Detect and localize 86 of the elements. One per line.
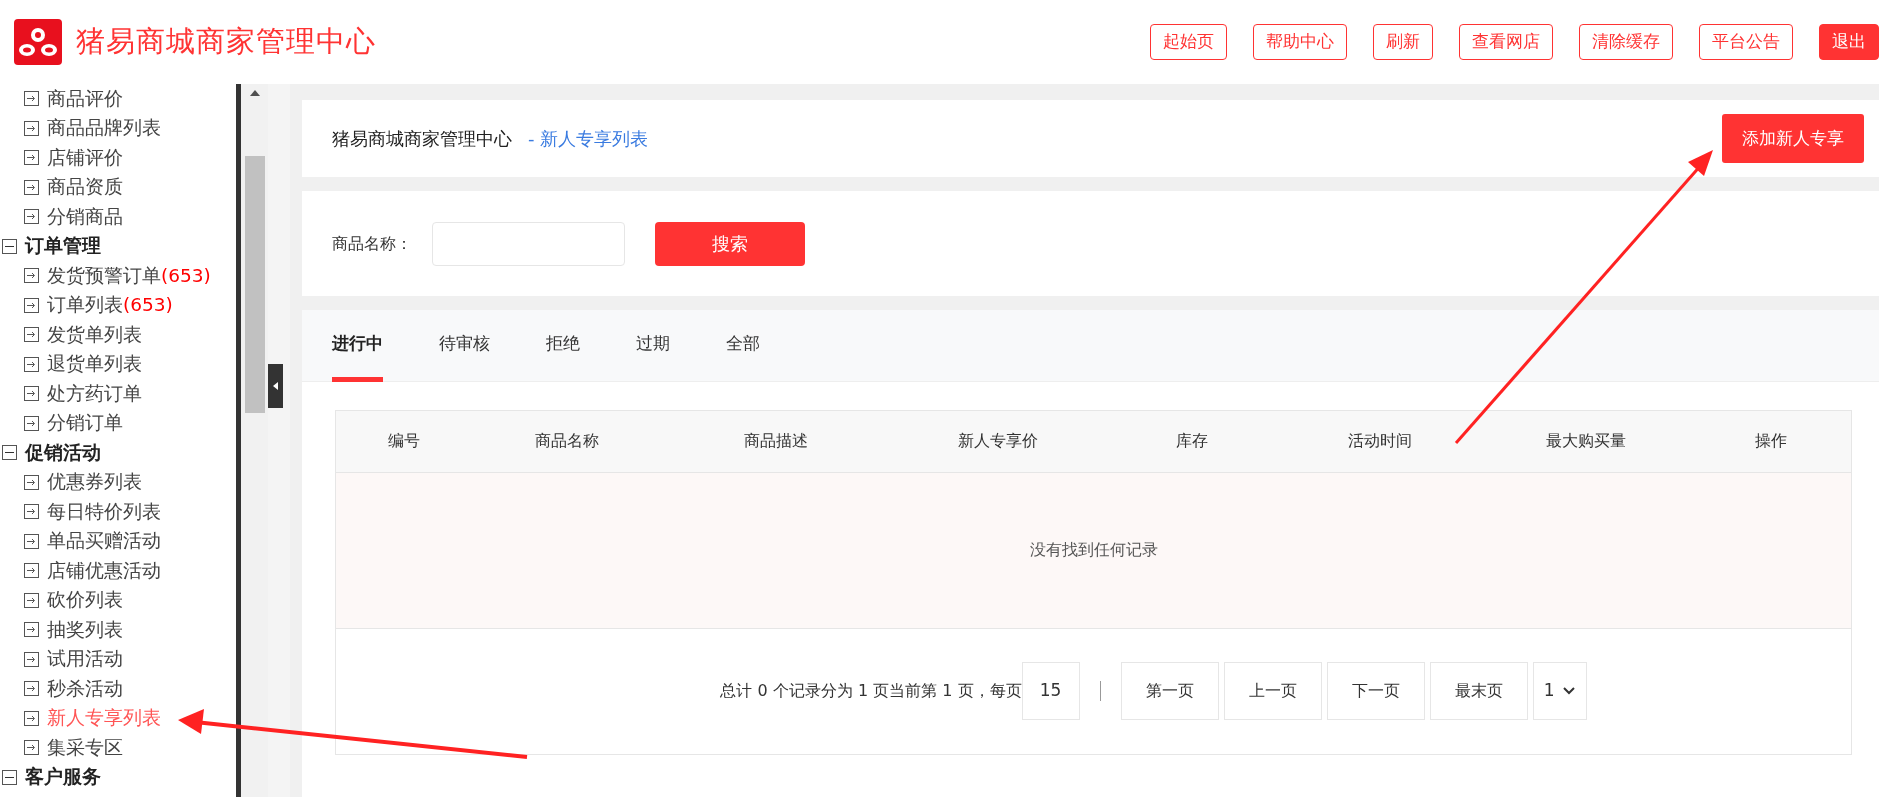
column-header: 库存 [1105,411,1278,472]
item-icon [24,120,39,136]
app-title: 猪易商城商家管理中心 [76,23,376,61]
page-select[interactable]: 1 [1532,662,1587,720]
menu-item[interactable]: 优惠券列表 [47,468,142,497]
column-header: 编号 [336,411,472,472]
menu-item[interactable]: 商品评价 [47,84,123,113]
field-label: 商品名称： [332,232,412,255]
item-icon [24,592,39,608]
collapse-icon[interactable] [2,445,17,461]
item-icon [24,710,39,726]
menu-item[interactable]: 集采专区 [47,733,123,762]
header-button[interactable]: 刷新 [1373,24,1433,60]
item-icon [24,386,39,402]
header-button[interactable]: 退出 [1819,24,1879,60]
tab[interactable]: 过期 [636,310,670,382]
item-icon [24,356,39,372]
menu-group[interactable]: 促销活动 [25,438,101,467]
scroll-up-icon[interactable] [249,90,260,96]
menu-item[interactable]: 分销订单 [47,409,123,438]
item-icon [24,622,39,638]
menu-item[interactable]: 发货预警订单(653) [47,261,211,290]
menu-item[interactable]: 抽奖列表 [47,615,123,644]
menu-item[interactable]: 单品买赠活动 [47,527,161,556]
item-icon [24,91,39,107]
pagination-summary: 总计 0 个记录分为 1 页当前第 1 页，每页 [720,680,1022,702]
header-button[interactable]: 平台公告 [1699,24,1793,60]
item-icon [24,474,39,490]
item-icon [24,209,39,225]
column-header: 新人专享价 [890,411,1105,472]
item-icon [24,297,39,313]
page-button[interactable]: 上一页 [1223,662,1322,720]
menu-item[interactable]: 发货单列表 [47,320,142,349]
menu-item[interactable]: 商品资质 [47,173,123,202]
item-icon [24,681,39,697]
menu-item[interactable]: 秒杀活动 [47,674,123,703]
menu-item[interactable]: 订单列表(653) [47,291,173,320]
header-button[interactable]: 查看网店 [1459,24,1553,60]
item-icon [24,268,39,284]
tab[interactable]: 拒绝 [546,310,580,382]
page-title: 猪易商城商家管理中心 [332,127,512,151]
menu-item[interactable]: 试用活动 [47,645,123,674]
menu-group[interactable]: 订单管理 [25,232,101,261]
logo-icon [14,19,62,65]
menu-item[interactable]: 商品品牌列表 [47,114,161,143]
page-size-field[interactable]: 15 [1021,662,1080,720]
tab[interactable]: 待审核 [439,310,490,382]
item-icon [24,533,39,549]
menu-item[interactable]: 店铺评价 [47,143,123,172]
column-header: 商品名称 [472,411,661,472]
menu-item[interactable]: 店铺优惠活动 [47,556,161,585]
header-button[interactable]: 帮助中心 [1253,24,1347,60]
page-button[interactable]: 最末页 [1429,662,1528,720]
scrollbar-thumb[interactable] [244,156,265,413]
menu-group[interactable]: 客户服务 [25,763,101,792]
menu-item[interactable]: 分销商品 [47,202,123,231]
collapse-icon[interactable] [2,769,17,785]
header-button[interactable]: 清除缓存 [1579,24,1673,60]
header-button[interactable]: 起始页 [1150,24,1227,60]
menu-item[interactable]: 砍价列表 [47,586,123,615]
item-icon [24,415,39,431]
menu-item[interactable]: 每日特价列表 [47,497,161,526]
item-icon [24,179,39,195]
menu-item[interactable]: 处方药订单 [47,379,142,408]
chevron-down-icon [1563,687,1576,695]
add-button[interactable]: 添加新人专享 [1722,113,1864,164]
item-icon [24,740,39,756]
tab[interactable]: 全部 [726,310,760,382]
item-icon [24,327,39,343]
search-field[interactable] [432,221,625,266]
breadcrumb-link[interactable]: - 新人专享列表 [528,125,649,152]
column-header: 操作 [1691,411,1851,472]
page-button[interactable]: 下一页 [1326,662,1425,720]
item-icon [24,150,39,166]
column-header: 商品描述 [661,411,890,472]
tab[interactable]: 进行中 [332,310,383,382]
item-icon [24,504,39,520]
search-button[interactable]: 搜索 [655,221,805,266]
item-icon [24,651,39,667]
column-header: 最大购买量 [1481,411,1691,472]
empty-message: 没有找到任何记录 [336,472,1851,628]
column-header: 活动时间 [1278,411,1481,472]
item-icon [24,563,39,579]
collapse-icon[interactable] [2,238,17,254]
page-button[interactable]: 第一页 [1120,662,1219,720]
menu-item[interactable]: 退货单列表 [47,350,142,379]
